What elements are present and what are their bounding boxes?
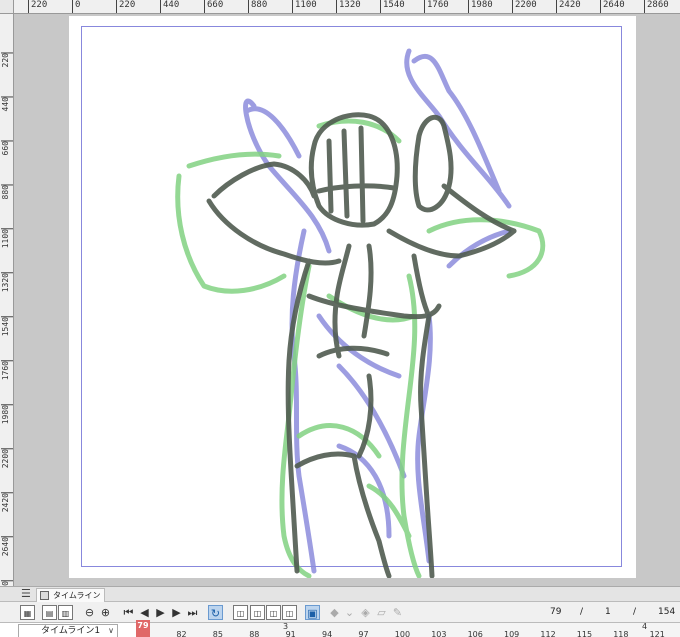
ruler-tick-label: 1100 (292, 0, 317, 13)
ruler-tick-label: 220 (1, 52, 13, 68)
current-frame-readout[interactable]: 79 (550, 607, 561, 617)
zoom-out-icon[interactable]: ⊖ (82, 605, 97, 620)
frame-number: 94 (322, 630, 333, 637)
app-window: 220 0 220 440 660 880 1100 1320 1540 1760 1980 2200… (0, 0, 680, 637)
ruler-tick-label: 1320 (336, 0, 361, 13)
ruler-corner (0, 0, 14, 14)
frame-number: 109 (504, 630, 520, 637)
ruler-tick-label: 2420 (556, 0, 581, 13)
zoom-in-icon[interactable]: ⊕ (98, 605, 113, 620)
assign-cel-icon[interactable]: ◫ (250, 605, 265, 620)
timeline-settings-icon[interactable]: ▤ (42, 605, 57, 620)
ruler-tick-label: 1540 (380, 0, 405, 13)
timeline-select[interactable]: タイムライン1 ∨ (18, 624, 118, 637)
current-frame-marker[interactable]: 79 (136, 620, 150, 637)
ruler-tick-label: 880 (1, 184, 13, 200)
ruler-tick-label: 1760 (424, 0, 449, 13)
canvas-paper[interactable] (69, 16, 636, 578)
ruler-tick-label: 0 (72, 0, 80, 13)
frame-marker-label: 3 (283, 622, 289, 631)
camera-icon[interactable]: ◈ (358, 605, 373, 620)
frame-number: 82 (176, 630, 187, 637)
frame-number: 121 (649, 630, 665, 637)
ruler-tick-label: 1980 (1, 404, 13, 425)
loop-icon[interactable]: ↻ (208, 605, 223, 620)
ruler-tick-label: 660 (204, 0, 223, 13)
first-frame-icon[interactable]: ⏮ (121, 605, 136, 620)
frame-number: 91 (285, 630, 296, 637)
start-frame-readout[interactable]: 1 (605, 607, 611, 617)
ruler-tick-label: 660 (1, 140, 13, 156)
timeline-tab-icon (40, 591, 49, 600)
ruler-tick-label: 2860 (644, 0, 669, 13)
frame-number: 88 (249, 630, 260, 637)
tab-timeline[interactable]: タイムライン (36, 588, 106, 602)
frame-number: 85 (212, 630, 223, 637)
vertical-ruler: 220 440 660 880 1100 1320 1540 1760 1980 2200 2420… (0, 14, 14, 586)
timeline-track-row: タイムライン1 ∨ 79 82 85 88 91 94 97 100 103 106 109 112 1… (0, 622, 680, 637)
onion-skin-icon[interactable]: ◫ (282, 605, 297, 620)
frame-number: 106 (467, 630, 483, 637)
frame-ruler[interactable]: 79 82 85 88 91 94 97 100 103 106 109 112 115 118 121 3 4 (136, 622, 680, 637)
frame-number: 97 (358, 630, 369, 637)
frame-number: 100 (394, 630, 411, 637)
dark-layer-strokes (206, 112, 517, 578)
dropdown-icon[interactable]: ⌄ (342, 605, 357, 620)
chevron-down-icon: ∨ (108, 626, 114, 635)
specify-cel-icon[interactable]: ◫ (266, 605, 281, 620)
current-frame-marker-label: 79 (137, 621, 149, 630)
last-frame-icon[interactable]: ⏭ (185, 605, 200, 620)
ruler-tick-label: 440 (160, 0, 179, 13)
ruler-tick-label: 2420 (1, 492, 13, 513)
next-frame-icon[interactable]: ▶ (169, 605, 184, 620)
timeline-select-value: タイムライン1 (41, 626, 101, 636)
timeline-tab-bar: ☰ タイムライン (0, 587, 680, 602)
horizontal-ruler: 220 0 220 440 660 880 1100 1320 1540 1760 1980 2200… (14, 0, 680, 14)
frame-number: 118 (613, 630, 629, 637)
ruler-tick-label: 1100 (1, 228, 13, 249)
ruler-tick-label: 2200 (1, 448, 13, 469)
frame-separator: / (580, 607, 584, 617)
frame-number: 115 (576, 630, 593, 637)
frame-separator: / (633, 607, 637, 617)
ruler-tick-label: 220 (28, 0, 47, 13)
ruler-tick-label: 2640 (600, 0, 625, 13)
panel-menu-icon[interactable]: ☰ (21, 588, 31, 600)
new-timeline-icon[interactable]: ▦ (20, 605, 35, 620)
frame-marker-label: 4 (642, 622, 648, 631)
ruler-tick-label: 1540 (1, 316, 13, 337)
ruler-tick-label: 2200 (512, 0, 537, 13)
figure-sketch (175, 48, 546, 578)
ruler-tick-label: 2640 (1, 536, 13, 557)
ruler-tick-label: 220 (116, 0, 135, 13)
ruler-tick-label: 440 (1, 96, 13, 112)
keyframe-icon[interactable]: ◆ (327, 605, 342, 620)
ruler-tick-label: 880 (248, 0, 267, 13)
tab-timeline-label: タイムライン (53, 591, 101, 600)
cel-display-icon[interactable]: ▣ (305, 605, 320, 620)
ruler-tick-label: 1980 (468, 0, 493, 13)
ruler-tick-label: 1760 (1, 360, 13, 381)
edit-keyframe-icon[interactable]: ▱ (374, 605, 389, 620)
timeline-toolbar: ▦ ▤ ▥ ⊖ ⊕ ⏮ ◀ ▶ ▶ ⏭ ↻ ◫ ◫ ◫ ◫ ▣ ◆ ⌄ ◈ ▱ … (0, 603, 680, 622)
prev-frame-icon[interactable]: ◀ (137, 605, 152, 620)
play-icon[interactable]: ▶ (153, 605, 168, 620)
frame-number: 103 (431, 630, 447, 637)
canvas-workspace[interactable] (15, 15, 680, 586)
pen-icon[interactable]: ✎ (390, 605, 405, 620)
timeline-panel: ☰ タイムライン ▦ ▤ ▥ ⊖ ⊕ ⏮ ◀ ▶ ▶ ⏭ ↻ ◫ ◫ ◫ ◫ ▣… (0, 586, 680, 637)
frame-number: 112 (540, 630, 556, 637)
ruler-tick-label: 1320 (1, 272, 13, 293)
new-cel-icon[interactable]: ◫ (233, 605, 248, 620)
end-frame-readout[interactable]: 154 (658, 607, 675, 617)
cel-list-icon[interactable]: ▥ (58, 605, 73, 620)
